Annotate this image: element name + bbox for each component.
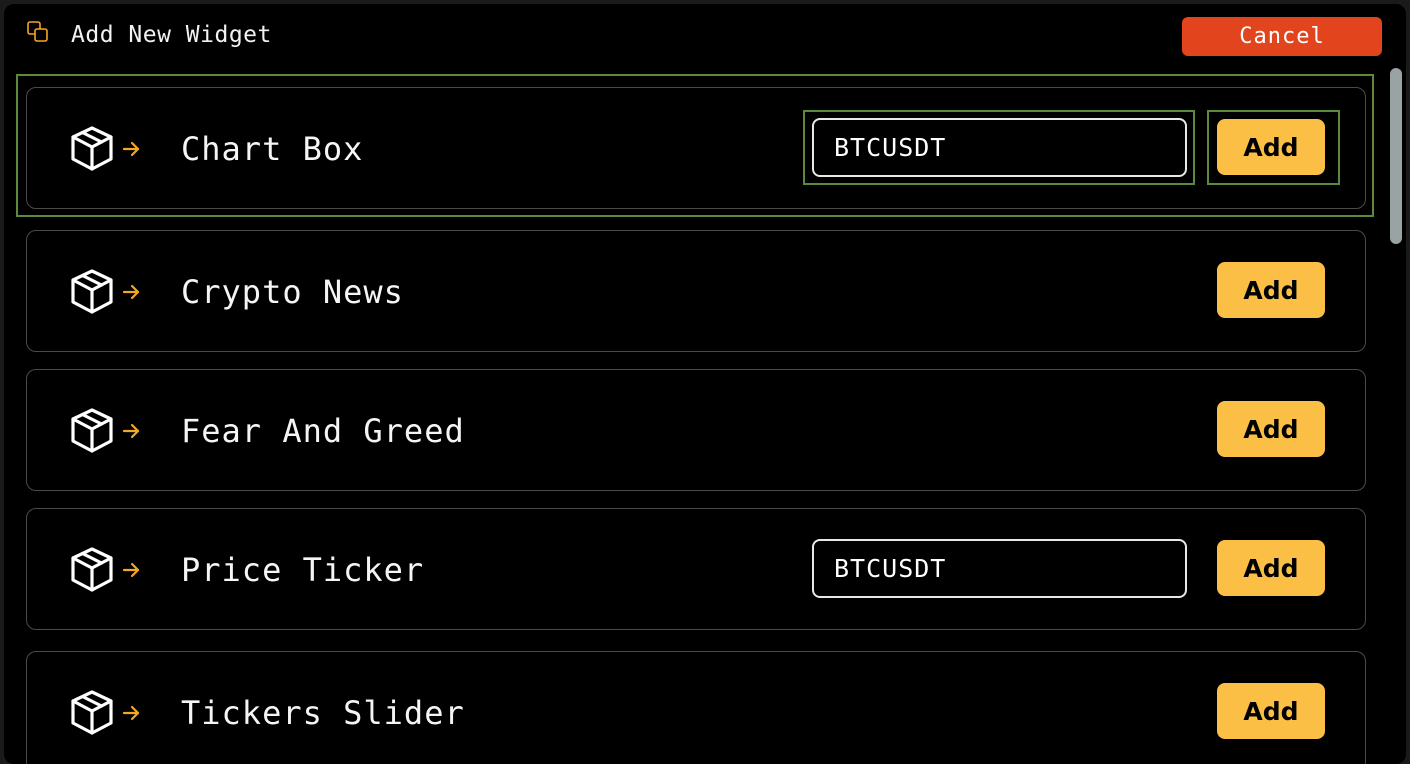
dialog-header: Add New Widget Cancel <box>4 4 1406 70</box>
scrollbar-thumb[interactable] <box>1390 68 1402 244</box>
dialog-title: Add New Widget <box>71 22 272 48</box>
add-button[interactable]: Add <box>1217 540 1325 596</box>
add-button[interactable]: Add <box>1217 262 1325 318</box>
widget-label: Tickers Slider <box>181 694 465 732</box>
widget-label: Price Ticker <box>181 551 425 589</box>
add-button[interactable]: Add <box>1217 119 1325 175</box>
add-button[interactable]: Add <box>1217 401 1325 457</box>
cancel-button[interactable]: Cancel <box>1182 17 1382 56</box>
widget-card-crypto-news: Crypto News Add <box>26 230 1366 352</box>
copy-icon <box>27 21 48 42</box>
widget-label: Chart Box <box>181 130 364 168</box>
widget-card-fear-and-greed: Fear And Greed Add <box>26 369 1366 491</box>
box-arrow-icon <box>71 269 140 314</box>
add-button[interactable]: Add <box>1217 683 1325 739</box>
box-arrow-icon <box>71 547 140 592</box>
widget-label: Crypto News <box>181 273 404 311</box>
box-arrow-icon <box>71 690 140 735</box>
box-arrow-icon <box>71 126 140 171</box>
box-arrow-icon <box>71 408 140 453</box>
symbol-input[interactable] <box>812 539 1187 598</box>
add-widget-dialog: Add New Widget Cancel Chart Box BTCUSDT … <box>4 4 1406 764</box>
symbol-input[interactable] <box>812 118 1187 177</box>
widget-card-price-ticker: Price Ticker Add <box>26 508 1366 630</box>
widget-card-chart-box: Chart Box Add <box>26 87 1366 209</box>
widget-card-tickers-slider: Tickers Slider Add <box>26 651 1366 764</box>
widget-label: Fear And Greed <box>181 412 465 450</box>
